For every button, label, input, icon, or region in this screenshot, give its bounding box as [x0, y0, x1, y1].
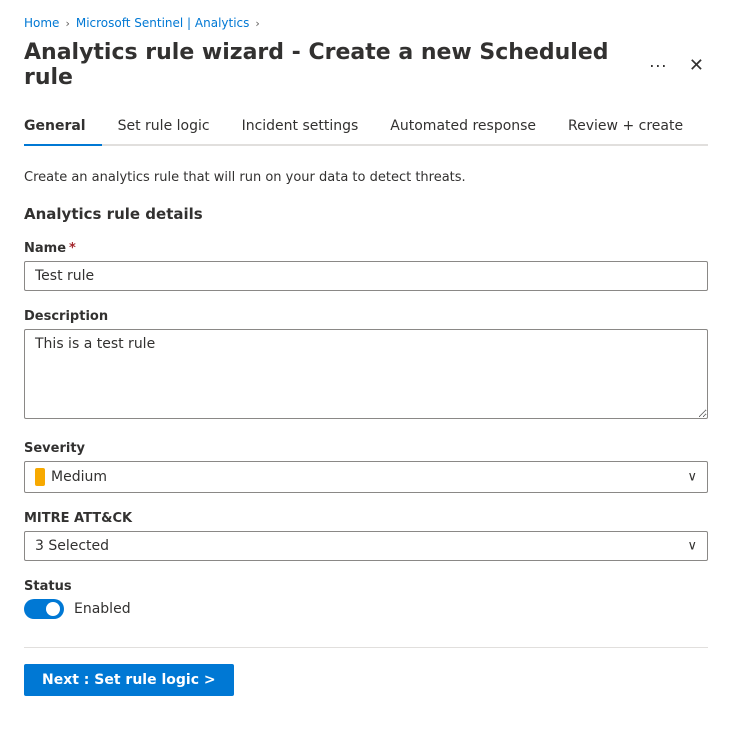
ellipsis-button[interactable]: ···	[643, 53, 673, 78]
description-field-group: Description This is a test rule	[24, 309, 708, 423]
tab-incident-settings[interactable]: Incident settings	[226, 108, 375, 146]
description-textarea[interactable]: This is a test rule	[24, 329, 708, 419]
mitre-dropdown-wrapper: 3 Selected ∨	[24, 531, 708, 561]
mitre-label: MITRE ATT&CK	[24, 511, 708, 526]
breadcrumb-home[interactable]: Home	[24, 16, 59, 30]
tab-automated-response[interactable]: Automated response	[374, 108, 552, 146]
toggle-thumb	[46, 602, 60, 616]
name-field-group: Name *	[24, 241, 708, 291]
title-row: Analytics rule wizard - Create a new Sch…	[24, 40, 708, 90]
severity-value: Medium	[51, 469, 697, 485]
toggle-track	[24, 599, 64, 619]
breadcrumb-chevron-2: ›	[255, 17, 259, 30]
tab-bar: General Set rule logic Incident settings…	[24, 108, 708, 146]
status-toggle-label: Enabled	[74, 601, 131, 617]
status-label: Status	[24, 579, 708, 594]
required-indicator: *	[69, 241, 76, 256]
severity-dropdown-wrapper: Medium ∨	[24, 461, 708, 493]
mitre-value: 3 Selected	[35, 538, 697, 554]
status-toggle-row: Enabled	[24, 599, 708, 619]
tab-general[interactable]: General	[24, 108, 102, 146]
breadcrumb-chevron-1: ›	[65, 17, 69, 30]
severity-field-group: Severity Medium ∨	[24, 441, 708, 493]
footer-divider	[24, 647, 708, 648]
close-button[interactable]: ✕	[685, 53, 708, 78]
next-button[interactable]: Next : Set rule logic >	[24, 664, 234, 696]
content-area: Create an analytics rule that will run o…	[24, 170, 708, 619]
status-toggle[interactable]	[24, 599, 64, 619]
breadcrumb-sentinel[interactable]: Microsoft Sentinel | Analytics	[76, 16, 250, 30]
tab-set-rule-logic[interactable]: Set rule logic	[102, 108, 226, 146]
status-field-group: Status Enabled	[24, 579, 708, 619]
severity-label: Severity	[24, 441, 708, 456]
severity-dropdown[interactable]: Medium ∨	[24, 461, 708, 493]
page-title: Analytics rule wizard - Create a new Sch…	[24, 40, 643, 90]
section-description: Create an analytics rule that will run o…	[24, 170, 708, 185]
section-title: Analytics rule details	[24, 205, 708, 223]
name-label: Name *	[24, 241, 708, 256]
tab-review-create[interactable]: Review + create	[552, 108, 699, 146]
mitre-field-group: MITRE ATT&CK 3 Selected ∨	[24, 511, 708, 561]
title-actions: ··· ✕	[643, 53, 708, 78]
severity-color-indicator	[35, 468, 45, 486]
mitre-dropdown[interactable]: 3 Selected ∨	[24, 531, 708, 561]
description-label: Description	[24, 309, 708, 324]
name-input[interactable]	[24, 261, 708, 291]
breadcrumb: Home › Microsoft Sentinel | Analytics ›	[24, 16, 708, 30]
